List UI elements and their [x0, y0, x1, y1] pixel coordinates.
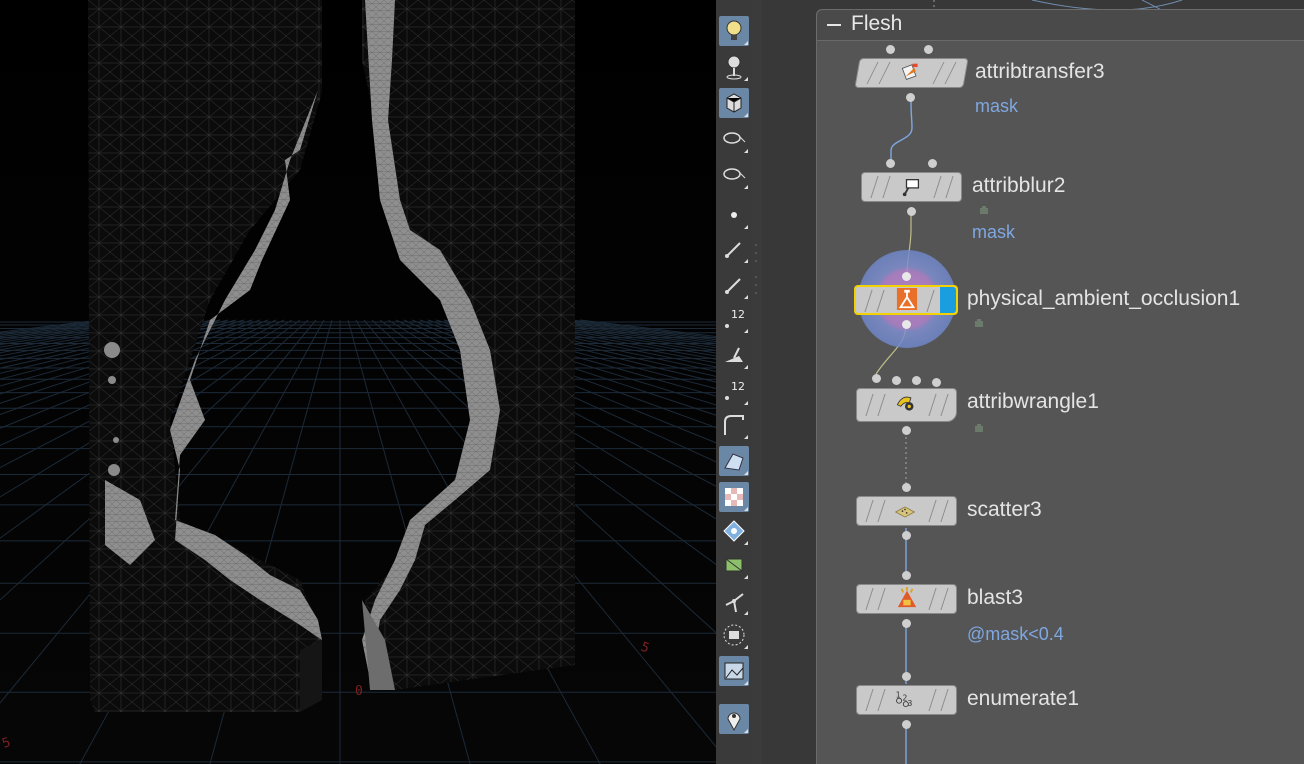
node-label: physical_ambient_occlusion1: [967, 287, 1241, 310]
wire-shaded-button[interactable]: [719, 446, 749, 476]
submenu-indicator-icon: [744, 645, 748, 649]
submenu-indicator-icon: [744, 611, 748, 615]
input-port[interactable]: [902, 483, 911, 492]
point-numbers-button[interactable]: 12: [719, 304, 749, 334]
grid-label: 0: [355, 684, 363, 699]
light-tool-button[interactable]: [719, 16, 749, 46]
input-port[interactable]: [928, 159, 937, 168]
node-blast3[interactable]: blast3 @mask<0.4: [856, 571, 1064, 644]
attribblur-icon: [902, 179, 920, 197]
output-port[interactable]: [906, 93, 915, 102]
viewport-scene: 0 5 5: [0, 0, 716, 764]
node-label: attribblur2: [972, 174, 1066, 197]
submenu-indicator-icon: [744, 259, 748, 263]
shaded-cube-button[interactable]: [719, 88, 749, 118]
input-port[interactable]: [924, 45, 933, 54]
curve-button[interactable]: [719, 410, 749, 440]
node-enumerate1[interactable]: 1 2 3 enumerate1: [856, 672, 1079, 729]
output-port[interactable]: [902, 720, 911, 729]
submenu-indicator-icon: [744, 41, 748, 45]
submenu-indicator-icon: [744, 401, 748, 405]
node-attribtransfer3[interactable]: attribtransfer3 mask: [854, 45, 1105, 116]
node-label: enumerate1: [967, 687, 1080, 710]
node-comment: mask: [972, 222, 1016, 242]
input-port[interactable]: [902, 272, 911, 281]
viewport-display-toolbar: 12 12: [716, 0, 753, 764]
submenu-indicator-icon: [744, 365, 748, 369]
node-physical-ambient-occlusion1[interactable]: physical_ambient_occlusion1: [854, 272, 1240, 329]
input-port[interactable]: [932, 378, 941, 387]
submenu-indicator-icon: [744, 507, 748, 511]
enumerate-icon: 1 2 3: [896, 690, 913, 707]
submenu-indicator-icon: [744, 149, 748, 153]
node-attribblur2[interactable]: attribblur2 mask: [861, 159, 1065, 242]
output-port[interactable]: [902, 531, 911, 540]
submenu-indicator-icon: [744, 729, 748, 733]
node-comment: @mask<0.4: [967, 624, 1064, 644]
snapshot-button[interactable]: [719, 620, 749, 650]
input-port[interactable]: [902, 571, 911, 580]
attribtransfer-icon: [901, 63, 918, 80]
input-port[interactable]: [892, 376, 901, 385]
pane-splitter[interactable]: [752, 0, 762, 764]
submenu-indicator-icon: [744, 541, 748, 545]
scatter-icon: [894, 506, 916, 518]
bypass-flag-icon: [975, 319, 983, 327]
pin-button[interactable]: [719, 704, 749, 734]
input-port[interactable]: [902, 672, 911, 681]
svg-text:12: 12: [731, 380, 745, 393]
ghost-template-button[interactable]: [719, 160, 749, 190]
node-label: blast3: [967, 586, 1024, 609]
node-label: attribtransfer3: [975, 60, 1105, 83]
prim-numbers-button[interactable]: 12: [719, 376, 749, 406]
submenu-indicator-icon: [744, 681, 748, 685]
submenu-indicator-icon: [744, 329, 748, 333]
submenu-indicator-icon: [744, 295, 748, 299]
output-port[interactable]: [902, 426, 911, 435]
node-label: scatter3: [967, 498, 1042, 521]
submenu-indicator-icon: [744, 575, 748, 579]
input-port[interactable]: [872, 374, 881, 383]
submenu-indicator-icon: [744, 77, 748, 81]
output-port[interactable]: [907, 207, 916, 216]
node-wires: [875, 99, 913, 764]
prim-normals-button[interactable]: [719, 340, 749, 370]
input-port[interactable]: [912, 376, 921, 385]
submenu-indicator-icon: [744, 113, 748, 117]
checker-texture-button[interactable]: [719, 482, 749, 512]
submenu-indicator-icon: [744, 435, 748, 439]
pivot-button[interactable]: [719, 586, 749, 616]
network-editor[interactable]: Flesh attribtransfer3 mask attribblur2 m…: [762, 0, 1304, 764]
input-port[interactable]: [886, 45, 895, 54]
output-port[interactable]: [902, 619, 911, 628]
diamond-button[interactable]: [719, 516, 749, 546]
node-attribwrangle1[interactable]: attribwrangle1: [856, 374, 1099, 435]
display-flag[interactable]: [940, 287, 956, 313]
ambient-occlusion-icon: [896, 288, 918, 310]
node-label: attribwrangle1: [967, 390, 1099, 413]
node-scatter3[interactable]: scatter3: [856, 483, 1042, 540]
ghost-view-button[interactable]: [719, 124, 749, 154]
attribwrangle-icon: [896, 396, 914, 411]
3d-viewport[interactable]: 0 5 5: [0, 0, 716, 764]
node-comment: mask: [975, 96, 1019, 116]
points-button[interactable]: [719, 200, 749, 230]
uv-button[interactable]: [719, 550, 749, 580]
camera-pin-button[interactable]: [719, 52, 749, 82]
output-port[interactable]: [902, 320, 911, 329]
background-image-button[interactable]: [719, 656, 749, 686]
normals-button[interactable]: [719, 234, 749, 264]
input-port[interactable]: [886, 159, 895, 168]
blast-icon: [897, 587, 917, 608]
submenu-indicator-icon: [744, 471, 748, 475]
submenu-indicator-icon: [744, 185, 748, 189]
submenu-indicator-icon: [744, 225, 748, 229]
vertex-normals-button[interactable]: [719, 270, 749, 300]
bypass-flag-icon: [975, 424, 983, 432]
svg-text:12: 12: [731, 308, 745, 321]
bypass-flag-icon: [980, 206, 988, 214]
